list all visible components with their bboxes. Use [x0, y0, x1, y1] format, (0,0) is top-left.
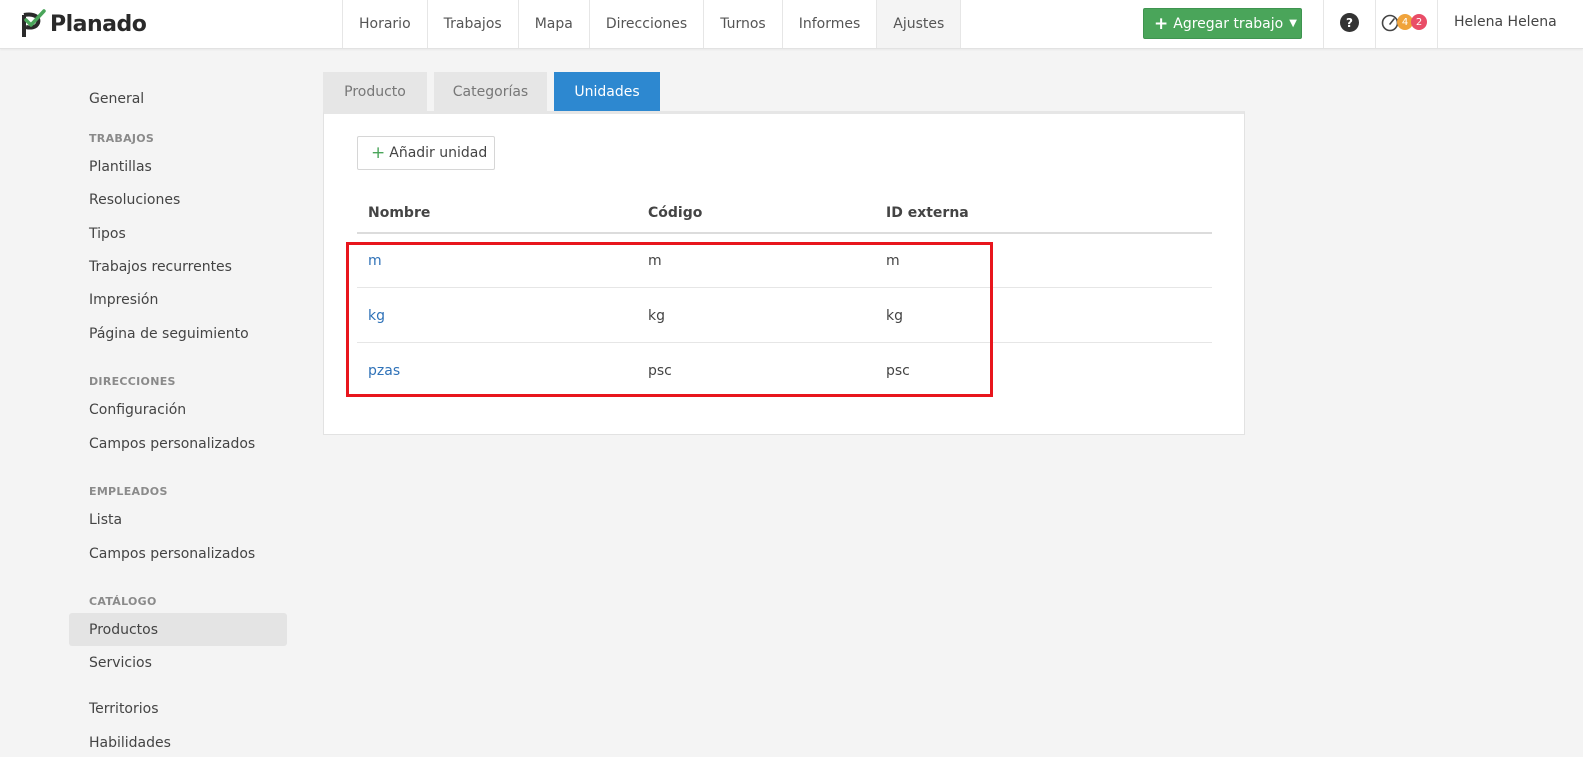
main-nav: Horario Trabajos Mapa Direcciones Turnos…: [342, 0, 962, 48]
sidebar-item-configuracion[interactable]: Configuración: [69, 393, 287, 426]
sidebar-item-tipos[interactable]: Tipos: [69, 217, 287, 250]
sidebar-heading-empleados: EMPLEADOS: [89, 485, 168, 498]
units-panel: + Añadir unidad Nombre Código ID externa…: [323, 111, 1245, 435]
planado-logo[interactable]: Planado: [20, 8, 147, 40]
alert-count-badge[interactable]: 2: [1411, 14, 1427, 30]
brand-name: Planado: [50, 11, 147, 37]
sidebar-heading-trabajos: TRABAJOS: [89, 132, 155, 145]
sidebar-heading-direcciones: DIRECCIONES: [89, 375, 176, 388]
unit-external-id: m: [886, 253, 900, 269]
add-job-button[interactable]: + Agregar trabajo ▼: [1143, 8, 1302, 39]
table-row: kg kg kg: [357, 289, 1212, 343]
sidebar-item-trabajos-recurrentes[interactable]: Trabajos recurrentes: [69, 250, 287, 283]
sidebar-item-servicios[interactable]: Servicios: [69, 646, 287, 679]
planado-logo-icon: [22, 9, 46, 37]
top-bar: Planado Horario Trabajos Mapa Direccione…: [0, 0, 1583, 49]
table-row: pzas psc psc: [357, 344, 1212, 398]
help-icon[interactable]: ?: [1340, 13, 1359, 32]
sidebar-item-territorios[interactable]: Territorios: [69, 692, 287, 725]
sidebar-item-lista[interactable]: Lista: [69, 503, 287, 536]
plus-icon: +: [1154, 13, 1169, 34]
nav-trabajos[interactable]: Trabajos: [428, 0, 519, 48]
unit-name-link[interactable]: pzas: [368, 363, 400, 379]
unit-name-link[interactable]: m: [368, 253, 382, 269]
nav-direcciones[interactable]: Direcciones: [590, 0, 705, 48]
column-header-id-externa[interactable]: ID externa: [886, 205, 969, 221]
sidebar-item-resoluciones[interactable]: Resoluciones: [69, 183, 287, 216]
add-job-label: Agregar trabajo: [1173, 15, 1284, 32]
divider: [1323, 0, 1324, 48]
table-row: m m m: [357, 234, 1212, 288]
nav-ajustes[interactable]: Ajustes: [877, 0, 962, 48]
tab-unidades[interactable]: Unidades: [554, 72, 660, 111]
add-unit-label: Añadir unidad: [389, 145, 488, 161]
sidebar-item-general[interactable]: General: [69, 82, 287, 115]
tab-categorias[interactable]: Categorías: [434, 72, 547, 111]
sidebar-item-impresion[interactable]: Impresión: [69, 283, 287, 316]
nav-mapa[interactable]: Mapa: [519, 0, 590, 48]
unit-name-link[interactable]: kg: [368, 308, 385, 324]
caret-down-icon: ▼: [1289, 18, 1297, 29]
sidebar-item-productos[interactable]: Productos: [69, 613, 287, 646]
divider: [1375, 0, 1376, 48]
plus-icon: +: [371, 143, 386, 163]
sidebar-item-direcciones-campos[interactable]: Campos personalizados: [69, 427, 287, 460]
column-header-nombre[interactable]: Nombre: [368, 205, 430, 221]
unit-code: m: [648, 253, 662, 269]
unit-external-id: psc: [886, 363, 910, 379]
sidebar-item-plantillas[interactable]: Plantillas: [69, 150, 287, 183]
sidebar-item-pagina-seguimiento[interactable]: Página de seguimiento: [69, 317, 287, 350]
unit-code: kg: [648, 308, 665, 324]
unit-external-id: kg: [886, 308, 903, 324]
tab-producto[interactable]: Producto: [323, 72, 427, 111]
unit-code: psc: [648, 363, 672, 379]
column-header-codigo[interactable]: Código: [648, 205, 702, 221]
sidebar-item-empleados-campos[interactable]: Campos personalizados: [69, 537, 287, 570]
divider: [1437, 0, 1438, 48]
sidebar-item-habilidades[interactable]: Habilidades: [69, 726, 287, 757]
user-menu[interactable]: Helena Helena: [1454, 14, 1557, 30]
add-unit-button[interactable]: + Añadir unidad: [357, 136, 495, 170]
sidebar-heading-catalogo: CATÁLOGO: [89, 595, 157, 608]
nav-horario[interactable]: Horario: [343, 0, 428, 48]
nav-turnos[interactable]: Turnos: [704, 0, 783, 48]
nav-informes[interactable]: Informes: [783, 0, 878, 48]
